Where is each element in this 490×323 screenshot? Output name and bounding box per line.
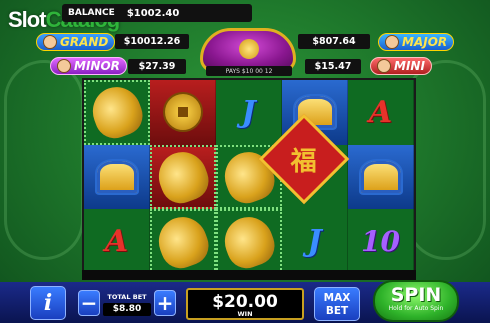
symbol-j: J	[241, 94, 256, 130]
info-button[interactable]: i	[30, 286, 66, 320]
golden-koi-icon	[151, 145, 215, 209]
symbol-a: A	[104, 224, 129, 260]
character-icon	[377, 59, 391, 73]
reel-bottom-bar	[82, 270, 416, 280]
reel-cell: A	[84, 209, 150, 274]
total-bet-label: TOTAL BET	[107, 293, 147, 301]
symbol-10: 10	[361, 225, 400, 259]
character-icon	[43, 35, 57, 49]
reel-cell	[150, 209, 216, 274]
win-display: $20.00 WIN	[186, 288, 304, 320]
max-bet-button[interactable]: MAX BET	[314, 287, 360, 321]
reel-cell	[348, 144, 414, 210]
spin-button[interactable]: SPIN Hold for Auto Spin	[373, 280, 459, 322]
increase-bet-button[interactable]: +	[154, 290, 176, 316]
golden-koi-icon	[85, 80, 149, 145]
background-dragon-left	[4, 60, 84, 260]
jackpot-mini-label: MINI	[370, 57, 432, 75]
reel-cell	[150, 80, 216, 145]
symbol-j: J	[307, 224, 322, 260]
reel-cell: J	[282, 209, 348, 274]
gold-ingot-icon	[358, 158, 403, 195]
spin-sub-label: Hold for Auto Spin	[388, 305, 444, 312]
jackpot-major-label: MAJOR	[378, 33, 455, 51]
background-dragon-right	[406, 60, 486, 260]
reel-cell: 10	[348, 209, 414, 274]
reel-cell	[150, 144, 216, 210]
jackpot-grand-value: $10012.26	[115, 34, 189, 49]
decrease-bet-button[interactable]: −	[78, 290, 100, 316]
reel-cell	[84, 80, 150, 145]
spin-label: SPIN	[390, 284, 442, 306]
golden-koi-icon	[151, 209, 215, 274]
reel-cell	[84, 144, 150, 210]
pays-strip: PAYS $10 00 12	[206, 66, 292, 76]
gold-coin-icon	[162, 92, 203, 133]
symbol-a: A	[368, 94, 393, 130]
reel-cell: J	[216, 80, 282, 145]
golden-koi-icon	[217, 209, 281, 274]
jackpot-major-value: $807.64	[298, 34, 370, 49]
balance-label: BALANCE	[68, 8, 115, 18]
balance-bar: BALANCE $1002.40	[62, 4, 252, 22]
character-icon	[57, 59, 71, 73]
balance-value: $1002.40	[126, 7, 180, 19]
jackpot-mini-value: $15.47	[305, 59, 361, 74]
jackpot-grand-label: GRAND	[36, 33, 116, 51]
win-label: WIN	[237, 310, 253, 318]
reel-grid: J A A J 10	[82, 78, 416, 276]
reel-cell	[216, 209, 282, 274]
reel-cell: A	[348, 80, 414, 145]
character-icon	[385, 35, 399, 49]
total-bet-value: $8.80	[103, 303, 151, 316]
jackpot-minor-label: MINOR	[50, 57, 127, 75]
jackpot-minor-value: $27.39	[128, 59, 186, 74]
gold-ingot-icon	[94, 158, 139, 195]
win-value: $20.00	[212, 292, 278, 312]
